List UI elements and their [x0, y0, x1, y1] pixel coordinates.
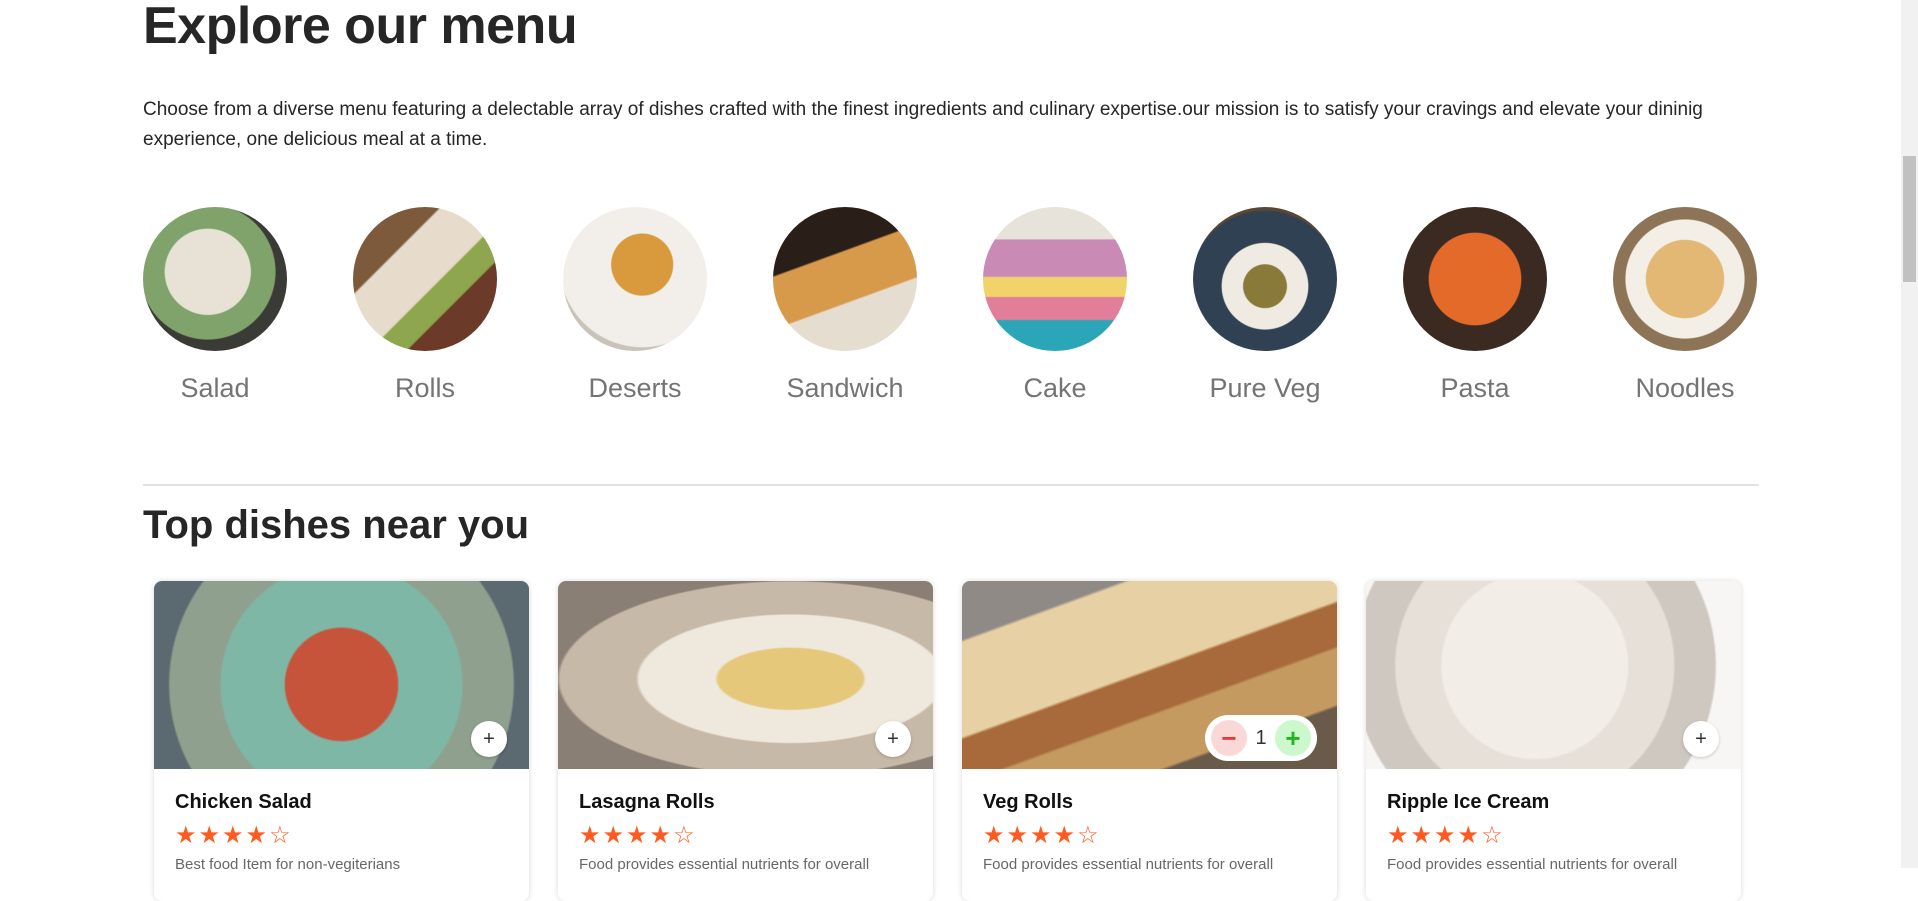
menu-label: Salad [180, 373, 250, 403]
dish-info: Lasagna Rolls ★ ★ ★ ★ ☆ Food provides es… [558, 769, 933, 891]
scrollbar[interactable] [1901, 0, 1918, 868]
menu-label: Pure Veg [1209, 373, 1321, 403]
star-filled-icon: ★ [175, 822, 197, 849]
menu-image-pure-veg [1193, 207, 1337, 351]
dish-card: − 1 + Veg Rolls ★ ★ ★ ★ ☆ Food provides … [962, 581, 1337, 901]
section-divider [143, 484, 1759, 486]
dish-image: + [154, 581, 529, 769]
dish-name: Lasagna Rolls [579, 791, 715, 813]
menu-label: Sandwich [786, 373, 904, 403]
star-filled-icon: ★ [1387, 822, 1409, 849]
star-filled-icon: ★ [1457, 822, 1480, 849]
dish-info: Veg Rolls ★ ★ ★ ★ ☆ Food provides essent… [962, 769, 1337, 891]
menu-image-pasta [1403, 207, 1547, 351]
star-filled-icon: ★ [1410, 822, 1433, 849]
menu-image-sandwich [773, 207, 917, 351]
star-filled-icon: ★ [198, 822, 221, 849]
star-empty-icon: ☆ [1481, 822, 1503, 849]
rating-stars: ★ ★ ★ ★ ☆ [175, 824, 508, 848]
rating-stars: ★ ★ ★ ★ ☆ [983, 824, 1316, 848]
dish-name: Chicken Salad [175, 791, 312, 813]
star-filled-icon: ★ [1030, 822, 1052, 849]
menu-label: Noodles [1635, 373, 1735, 403]
star-filled-icon: ★ [1006, 822, 1029, 849]
star-empty-icon: ☆ [269, 822, 291, 849]
menu-image-noodles [1613, 207, 1757, 351]
dish-image: − 1 + [962, 581, 1337, 769]
menu-item-cake[interactable]: Cake [983, 207, 1127, 404]
add-to-cart-button[interactable]: + [875, 721, 911, 757]
menu-label: Cake [1023, 373, 1087, 403]
add-to-cart-button[interactable]: + [471, 721, 507, 757]
menu-item-sandwich[interactable]: Sandwich [773, 207, 917, 404]
decrease-quantity-button[interactable]: − [1211, 720, 1247, 756]
star-filled-icon: ★ [649, 822, 672, 849]
dish-grid: + Chicken Salad ★ ★ ★ ★ ☆ Best food Item… [154, 581, 1741, 901]
menu-item-deserts[interactable]: Deserts [563, 207, 707, 404]
item-quantity: 1 [1255, 726, 1267, 749]
star-filled-icon: ★ [602, 822, 625, 849]
item-counter: − 1 + [1205, 715, 1317, 761]
menu-label: Rolls [394, 373, 455, 403]
increase-quantity-button[interactable]: + [1275, 720, 1311, 756]
dish-info: Ripple Ice Cream ★ ★ ★ ★ ☆ Food provides… [1366, 769, 1741, 891]
star-filled-icon: ★ [983, 822, 1005, 849]
star-filled-icon: ★ [1434, 822, 1456, 849]
menu-image-cake [983, 207, 1127, 351]
star-filled-icon: ★ [245, 822, 268, 849]
menu-item-pasta[interactable]: Pasta [1403, 207, 1547, 404]
dish-name: Ripple Ice Cream [1387, 791, 1550, 813]
menu-image-deserts [563, 207, 707, 351]
star-empty-icon: ☆ [1077, 822, 1099, 849]
menu-item-salad[interactable]: Salad [143, 207, 287, 404]
menu-image-rolls [353, 207, 497, 351]
dish-description: Food provides essential nutrients for ov… [1387, 856, 1678, 873]
explore-title: Explore our menu [143, 0, 578, 55]
dish-card: + Chicken Salad ★ ★ ★ ★ ☆ Best food Item… [154, 581, 529, 901]
menu-label: Deserts [588, 373, 682, 403]
rating-stars: ★ ★ ★ ★ ☆ [1387, 824, 1720, 848]
menu-image-salad [143, 207, 287, 351]
scrollbar-thumb[interactable] [1903, 156, 1916, 282]
menu-label: Pasta [1440, 373, 1510, 403]
star-empty-icon: ☆ [673, 822, 695, 849]
dish-description: Best food Item for non-vegiterians [175, 856, 401, 873]
star-filled-icon: ★ [626, 822, 648, 849]
dish-image: + [1366, 581, 1741, 769]
explore-description: Choose from a diverse menu featuring a d… [143, 99, 1703, 150]
dish-card: + Lasagna Rolls ★ ★ ★ ★ ☆ Food provides … [558, 581, 933, 901]
star-filled-icon: ★ [222, 822, 244, 849]
star-filled-icon: ★ [579, 822, 601, 849]
dish-info: Chicken Salad ★ ★ ★ ★ ☆ Best food Item f… [154, 769, 529, 891]
dish-description: Food provides essential nutrients for ov… [983, 856, 1274, 873]
dish-description: Food provides essential nutrients for ov… [579, 856, 870, 873]
dish-image: + [558, 581, 933, 769]
menu-list: Salad Rolls Deserts Sandwich Cake Pure V… [143, 207, 1757, 404]
menu-item-noodles[interactable]: Noodles [1613, 207, 1757, 404]
rating-stars: ★ ★ ★ ★ ☆ [579, 824, 912, 848]
top-dishes-title: Top dishes near you [143, 503, 529, 547]
star-filled-icon: ★ [1053, 822, 1076, 849]
dish-card: + Ripple Ice Cream ★ ★ ★ ★ ☆ Food provid… [1366, 581, 1741, 901]
menu-item-rolls[interactable]: Rolls [353, 207, 497, 404]
menu-item-pure-veg[interactable]: Pure Veg [1193, 207, 1337, 404]
add-to-cart-button[interactable]: + [1683, 721, 1719, 757]
dish-name: Veg Rolls [983, 791, 1074, 813]
